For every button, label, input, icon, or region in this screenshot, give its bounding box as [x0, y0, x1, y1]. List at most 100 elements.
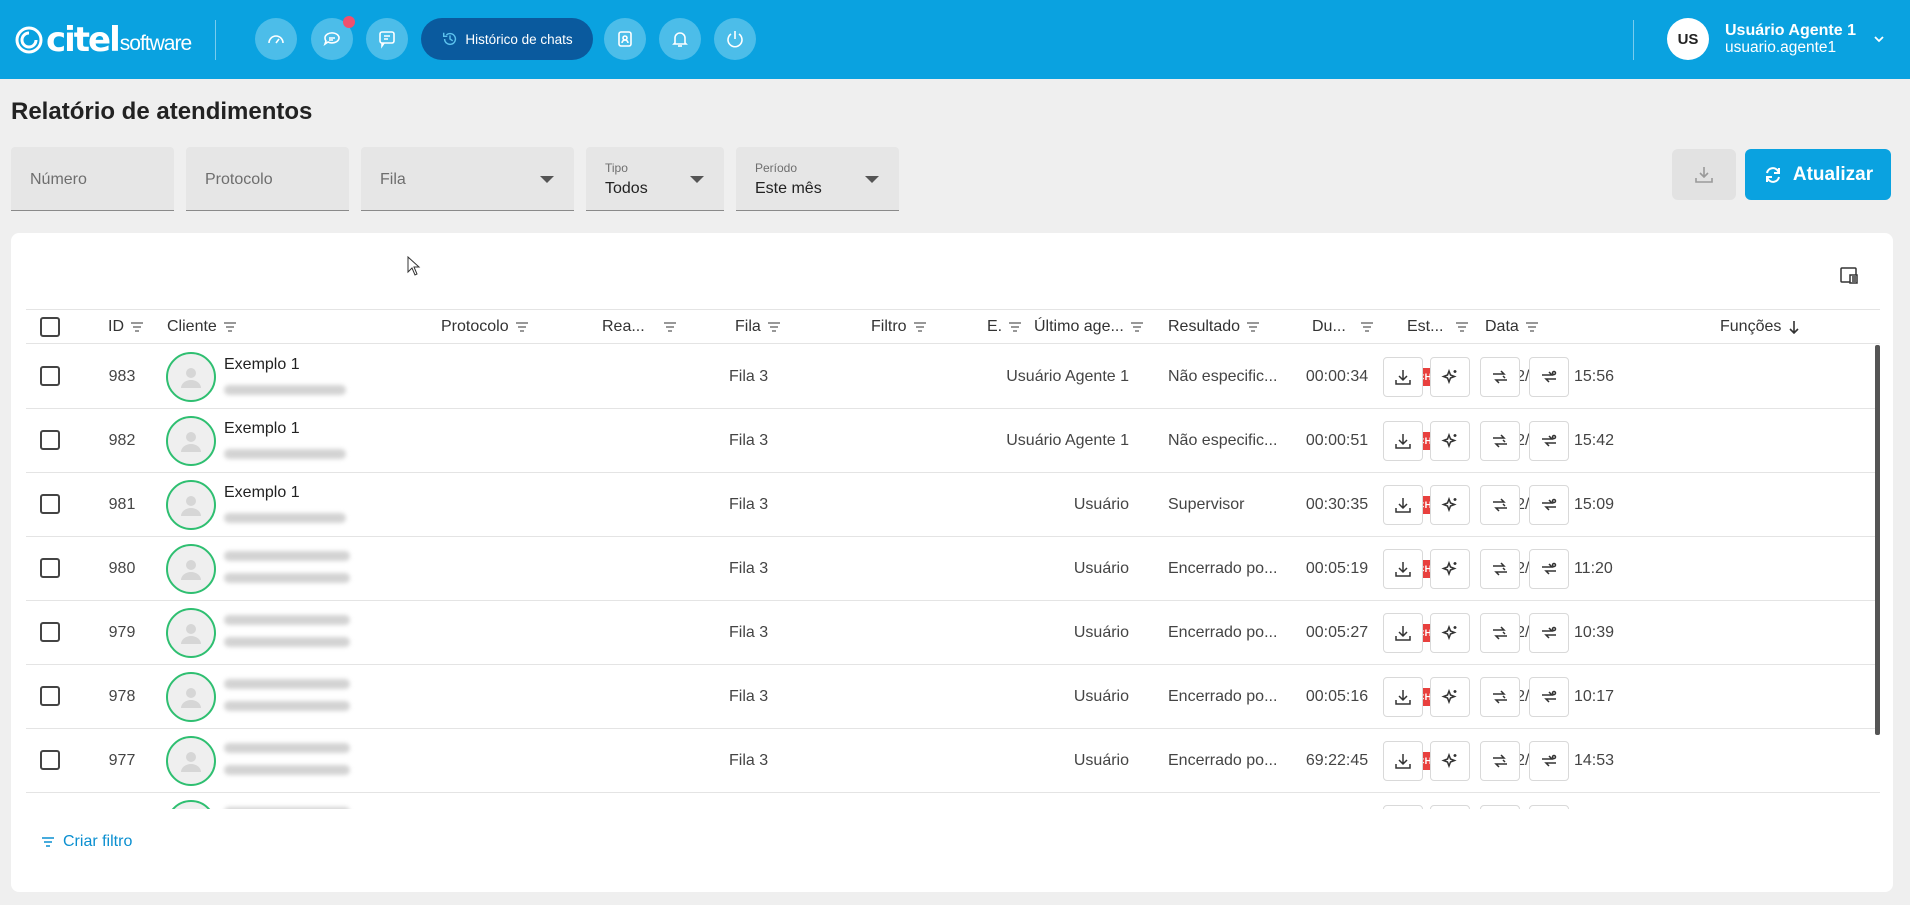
- download-chat-button[interactable]: [1383, 613, 1423, 653]
- table-row[interactable]: 982 Exemplo 1 Fila 3 Usuário Agente 1 Não es…: [26, 409, 1880, 473]
- transfer-button[interactable]: [1480, 741, 1520, 781]
- numero-input[interactable]: Número: [11, 147, 174, 211]
- header-fila[interactable]: Fila: [735, 310, 781, 344]
- cell-ultimo-agente: Usuário: [1073, 687, 1129, 705]
- filter-lines-icon: [1130, 322, 1143, 332]
- header-ultimo-agente[interactable]: Último age...: [1034, 310, 1144, 344]
- header-e[interactable]: E.: [987, 310, 1022, 344]
- ai-summary-button[interactable]: [1430, 805, 1470, 809]
- client-avatar: [166, 800, 216, 809]
- contacts-button[interactable]: [604, 18, 646, 60]
- download-chat-button[interactable]: [1383, 741, 1423, 781]
- sort-arrow-down-icon: [1789, 321, 1799, 334]
- notifications-button[interactable]: [659, 18, 701, 60]
- row-checkbox[interactable]: [40, 686, 60, 706]
- sparkle-icon: [1441, 560, 1457, 577]
- row-checkbox[interactable]: [40, 430, 60, 450]
- tipo-select[interactable]: Tipo Todos: [586, 147, 724, 211]
- select-all-checkbox[interactable]: [40, 317, 60, 337]
- reassign-button[interactable]: [1529, 805, 1569, 809]
- refresh-button[interactable]: Atualizar: [1745, 149, 1891, 200]
- download-chat-button[interactable]: [1383, 485, 1423, 525]
- reassign-button[interactable]: [1529, 741, 1569, 781]
- fila-select[interactable]: Fila: [361, 147, 574, 211]
- reassign-button[interactable]: [1529, 613, 1569, 653]
- table-scrollbar[interactable]: [1875, 345, 1880, 735]
- columns-panel-icon[interactable]: [1838, 264, 1860, 286]
- row-checkbox[interactable]: [40, 750, 60, 770]
- table-row[interactable]: 977Fila 3UsuárioEncerrado po...69:22:45F…: [26, 729, 1880, 793]
- client-name-redacted: [224, 743, 350, 753]
- ai-summary-button[interactable]: [1430, 549, 1470, 589]
- chats-button[interactable]: [311, 16, 355, 60]
- header-rea[interactable]: Rea...: [602, 310, 677, 344]
- periodo-select[interactable]: Período Este mês: [736, 147, 899, 211]
- ai-summary-button[interactable]: [1430, 485, 1470, 525]
- header-cliente[interactable]: Cliente: [167, 310, 237, 344]
- filter-lines-icon: [767, 322, 780, 332]
- cell-id: 982: [108, 431, 136, 449]
- row-checkbox[interactable]: [40, 558, 60, 578]
- cell-ultimo-agente: [954, 793, 1129, 809]
- chat-history-button[interactable]: Histórico de chats: [421, 18, 593, 60]
- table-row[interactable]: [26, 793, 1880, 809]
- user-name: Usuário Agente 1: [1725, 22, 1856, 39]
- ai-summary-button[interactable]: [1430, 421, 1470, 461]
- header-funcoes[interactable]: Funções: [1720, 310, 1801, 344]
- transfer-button[interactable]: [1480, 677, 1520, 717]
- transfer-button[interactable]: [1480, 805, 1520, 809]
- header-id[interactable]: ID: [108, 310, 144, 344]
- user-placeholder-icon: [181, 688, 201, 708]
- logout-button[interactable]: [714, 18, 756, 60]
- reassign-button[interactable]: [1529, 421, 1569, 461]
- cell-ultimo-agente: Usuário: [1073, 559, 1129, 577]
- refresh-label: Atualizar: [1792, 163, 1874, 185]
- create-filter-button[interactable]: Criar filtro: [41, 833, 132, 851]
- user-menu[interactable]: US Usuário Agente 1 usuario.agente1: [1667, 18, 1886, 60]
- header-duracao[interactable]: Du...: [1312, 310, 1374, 344]
- transfer-button[interactable]: [1480, 485, 1520, 525]
- fila-placeholder: Fila: [380, 171, 406, 188]
- transfer-button[interactable]: [1480, 613, 1520, 653]
- ai-summary-button[interactable]: [1430, 613, 1470, 653]
- ai-summary-button[interactable]: [1430, 677, 1470, 717]
- row-checkbox[interactable]: [40, 622, 60, 642]
- download-chat-button[interactable]: [1383, 677, 1423, 717]
- download-chat-button[interactable]: [1383, 357, 1423, 397]
- header-estado[interactable]: Est...: [1407, 310, 1469, 344]
- client-phone-redacted: [224, 449, 346, 459]
- table-row[interactable]: 981 Exemplo 1 Fila 3 Usuário Supervisor 00:30…: [26, 473, 1880, 537]
- transfer-button[interactable]: [1480, 421, 1520, 461]
- download-chat-button[interactable]: [1383, 549, 1423, 589]
- header-resultado[interactable]: Resultado: [1168, 310, 1260, 344]
- reassign-button[interactable]: [1529, 549, 1569, 589]
- table-row[interactable]: 980Fila 3UsuárioEncerrado po...00:05:19F…: [26, 537, 1880, 601]
- header-protocolo[interactable]: Protocolo: [441, 310, 529, 344]
- download-chat-button[interactable]: [1383, 805, 1423, 809]
- header-rea-label: Rea...: [602, 318, 645, 335]
- download-icon: [1395, 754, 1411, 769]
- header-data[interactable]: Data: [1485, 310, 1539, 344]
- row-checkbox[interactable]: [40, 366, 60, 386]
- header-filtro[interactable]: Filtro: [871, 310, 927, 344]
- reassign-button[interactable]: [1529, 357, 1569, 397]
- ai-summary-button[interactable]: [1430, 741, 1470, 781]
- dashboard-button[interactable]: [255, 18, 297, 60]
- contacts-icon: [618, 31, 632, 47]
- table-row[interactable]: 979Fila 3UsuárioEncerrado po...00:05:27F…: [26, 601, 1880, 665]
- table-row[interactable]: 983 Exemplo 1 Fila 3 Usuário Agente 1 Não es…: [26, 345, 1880, 409]
- transfer-button[interactable]: [1480, 549, 1520, 589]
- ai-summary-button[interactable]: [1430, 357, 1470, 397]
- protocolo-input[interactable]: Protocolo: [186, 147, 349, 211]
- table-row[interactable]: 978Fila 3UsuárioEncerrado po...00:05:16F…: [26, 665, 1880, 729]
- download-icon: [1395, 690, 1411, 705]
- cell-fila: Fila 3: [729, 623, 769, 641]
- export-button[interactable]: [1672, 149, 1736, 200]
- reassign-button[interactable]: [1529, 485, 1569, 525]
- reassign-button[interactable]: [1529, 677, 1569, 717]
- messages-button[interactable]: [366, 18, 408, 60]
- cell-ultimo-agente: Usuário: [1073, 495, 1129, 513]
- download-chat-button[interactable]: [1383, 421, 1423, 461]
- transfer-button[interactable]: [1480, 357, 1520, 397]
- row-checkbox[interactable]: [40, 494, 60, 514]
